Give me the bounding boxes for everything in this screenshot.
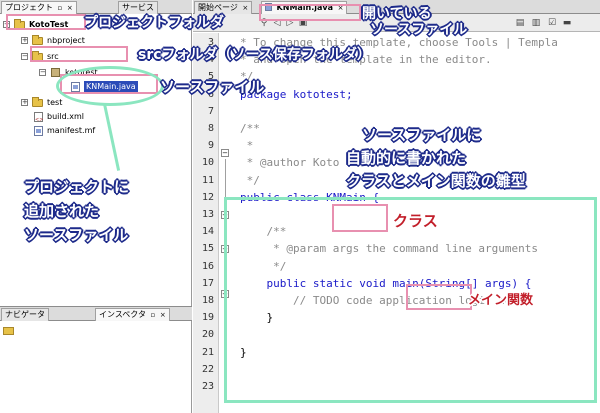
callout-open-source-2: ソースファイル: [370, 22, 468, 38]
folder-icon: [3, 327, 14, 335]
package-icon: [51, 68, 60, 77]
folder-icon: [32, 97, 43, 107]
tab-start-page-label: 開始ページ: [198, 3, 238, 12]
task-icon[interactable]: ☑: [547, 18, 557, 28]
line-number: 18: [201, 295, 214, 306]
line-number: 17: [201, 277, 214, 289]
close-icon[interactable]: ×: [67, 2, 73, 14]
callout-auto-written-2: 自動的に書かれた: [346, 149, 467, 167]
line-number: 12: [201, 191, 214, 203]
collapse-icon[interactable]: −: [21, 53, 28, 60]
minimize-icon[interactable]: ▫: [58, 2, 63, 14]
tab-projects-label: プロジェクト: [5, 3, 53, 12]
line-number: 15: [201, 243, 214, 255]
expand-icon[interactable]: +: [21, 99, 28, 106]
tree-item-label: test: [47, 98, 63, 107]
navigator-tabbar: ナビゲータ インスペクタ ▫ ×: [0, 307, 192, 321]
callout-src-folder: srcフォルダ（ソース保存フォルダ）: [138, 47, 371, 63]
line-number: 16: [201, 260, 214, 272]
tab-navigator-label: ナビゲータ: [5, 310, 45, 319]
code-line: */: [240, 173, 260, 187]
line-number: 23: [201, 381, 214, 392]
line-number: 7: [207, 105, 214, 117]
code-line: /**: [240, 122, 260, 135]
annotation-box-src: [30, 46, 128, 62]
tab-services-label: サービス: [122, 3, 154, 12]
line-number: 8: [207, 123, 214, 134]
callout-auto-written-3: クラスとメイン関数の雛型: [346, 172, 526, 190]
fold-toggle-icon[interactable]: −: [221, 149, 229, 157]
tree-item-manifest[interactable]: manifest.mf: [0, 125, 190, 137]
line-number: 19: [201, 312, 214, 324]
callout-main: メイン関数: [468, 293, 534, 308]
navigator-panel: ナビゲータ インスペクタ ▫ ×: [0, 306, 192, 413]
line-number: 11: [201, 174, 214, 186]
callout-auto-written-1: ソースファイルに: [362, 126, 482, 144]
callout-project-folder: プロジェクトフォルダ: [84, 15, 224, 31]
uncomment-icon[interactable]: ▥: [531, 18, 541, 28]
tree-item-label: build.xml: [47, 112, 84, 121]
annotation-box-project: [6, 14, 86, 30]
tab-navigator[interactable]: ナビゲータ: [1, 308, 49, 321]
tab-inspector-label: インスペクタ: [99, 310, 146, 319]
file-icon: [34, 126, 43, 136]
tab-inspector[interactable]: インスペクタ ▫ ×: [95, 308, 170, 321]
annotation-box-editor-tab: [259, 4, 361, 21]
folder-icon: [32, 35, 43, 45]
close-icon[interactable]: ×: [160, 309, 166, 321]
highlight-ellipse-file: [56, 66, 164, 106]
close-icon[interactable]: ×: [242, 2, 248, 14]
line-number: 20: [201, 329, 214, 341]
line-number: 10: [201, 157, 214, 169]
xml-file-icon: [34, 112, 43, 126]
comment-icon[interactable]: ▤: [515, 18, 525, 28]
tab-projects[interactable]: プロジェクト ▫ ×: [1, 1, 77, 14]
callout-added-source-3: ソースファイル: [24, 226, 129, 244]
expand-icon[interactable]: +: [21, 37, 28, 44]
line-number: 14: [201, 226, 214, 238]
tree-item-build-xml[interactable]: build.xml: [0, 111, 190, 126]
line-number: 9: [207, 140, 214, 152]
callout-class: クラス: [393, 212, 438, 230]
collapse-icon[interactable]: −: [39, 69, 46, 76]
callout-added-source-2: 追加された: [24, 202, 100, 220]
line-number: 22: [201, 363, 214, 375]
code-line: * @author Koto: [240, 156, 340, 170]
code-line: *: [240, 139, 254, 153]
minimize-icon[interactable]: ▫: [151, 309, 156, 321]
line-number: 13: [201, 209, 214, 220]
stop-icon[interactable]: ▬: [562, 18, 572, 28]
callout-added-source-1: プロジェクトに: [24, 178, 130, 196]
tree-item-label: manifest.mf: [47, 126, 96, 135]
callout-source-file: ソースファイル: [160, 78, 265, 96]
line-number: 21: [201, 346, 214, 358]
